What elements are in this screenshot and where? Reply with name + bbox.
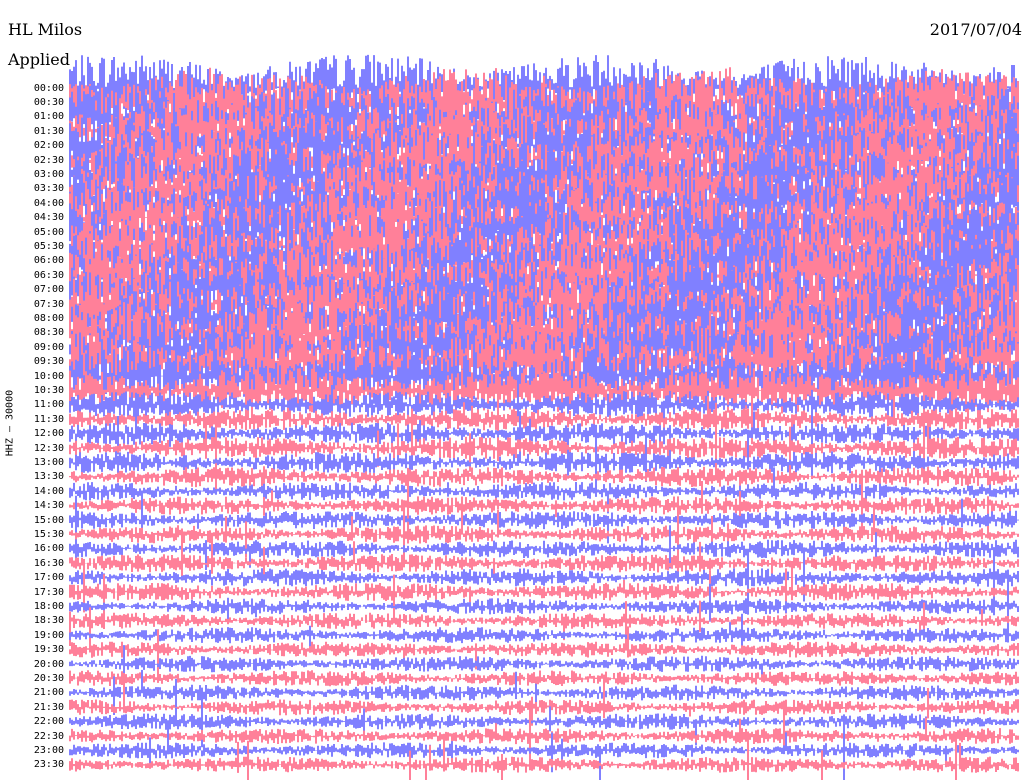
helicorder-traces xyxy=(69,54,1019,780)
time-tick-1200: 12:00 xyxy=(24,428,64,440)
time-tick-1700: 17:00 xyxy=(24,572,64,584)
helicorder-plot xyxy=(69,54,1019,780)
helicorder-page: HL Milos Applied 2017/07/04 00:00 00:30 01… xyxy=(0,0,1024,780)
time-tick-1630: 16:30 xyxy=(24,557,64,569)
time-tick-2300: 23:00 xyxy=(24,744,64,756)
time-tick-0400: 04:00 xyxy=(24,197,64,209)
time-tick-2200: 22:00 xyxy=(24,716,64,728)
time-tick-1500: 15:00 xyxy=(24,514,64,526)
time-tick-1430: 14:30 xyxy=(24,500,64,512)
time-tick-2130: 21:30 xyxy=(24,701,64,713)
time-tick-1600: 16:00 xyxy=(24,543,64,555)
time-tick-1400: 14:00 xyxy=(24,485,64,497)
channel-label: HHZ – 30000 xyxy=(4,389,16,457)
trace-row-2030 xyxy=(69,670,1019,687)
time-tick-0430: 04:30 xyxy=(24,212,64,224)
time-tick-0830: 08:30 xyxy=(24,327,64,339)
time-tick-1730: 17:30 xyxy=(24,586,64,598)
time-tick-2030: 20:30 xyxy=(24,672,64,684)
time-tick-1330: 13:30 xyxy=(24,471,64,483)
time-tick-1100: 11:00 xyxy=(24,399,64,411)
time-tick-0000: 00:00 xyxy=(24,82,64,94)
time-tick-1900: 19:00 xyxy=(24,629,64,641)
time-tick-0130: 01:30 xyxy=(24,125,64,137)
time-tick-1300: 13:00 xyxy=(24,456,64,468)
time-tick-1130: 11:30 xyxy=(24,413,64,425)
time-tick-0700: 07:00 xyxy=(24,284,64,296)
time-tick-0530: 05:30 xyxy=(24,240,64,252)
time-tick-1230: 12:30 xyxy=(24,442,64,454)
time-tick-0800: 08:00 xyxy=(24,312,64,324)
time-tick-0730: 07:30 xyxy=(24,298,64,310)
time-tick-0900: 09:00 xyxy=(24,341,64,353)
time-tick-0630: 06:30 xyxy=(24,269,64,281)
time-tick-1830: 18:30 xyxy=(24,615,64,627)
time-tick-2000: 20:00 xyxy=(24,658,64,670)
time-tick-1800: 18:00 xyxy=(24,600,64,612)
time-tick-2100: 21:00 xyxy=(24,687,64,699)
time-tick-0100: 01:00 xyxy=(24,111,64,123)
time-tick-2230: 22:30 xyxy=(24,730,64,742)
time-tick-1530: 15:30 xyxy=(24,528,64,540)
time-tick-1030: 10:30 xyxy=(24,384,64,396)
time-tick-0330: 03:30 xyxy=(24,183,64,195)
time-tick-0230: 02:30 xyxy=(24,154,64,166)
time-tick-0600: 06:00 xyxy=(24,255,64,267)
time-tick-0200: 02:00 xyxy=(24,140,64,152)
time-tick-0500: 05:00 xyxy=(24,226,64,238)
time-tick-2330: 23:30 xyxy=(24,759,64,771)
time-tick-1930: 19:30 xyxy=(24,644,64,656)
time-tick-0930: 09:30 xyxy=(24,356,64,368)
time-tick-1000: 10:00 xyxy=(24,370,64,382)
record-date: 2017/07/04 xyxy=(927,20,1024,39)
station-name: HL Milos xyxy=(6,20,85,39)
time-tick-0300: 03:00 xyxy=(24,168,64,180)
filter-status: Applied xyxy=(6,50,72,69)
time-tick-0030: 00:30 xyxy=(24,96,64,108)
